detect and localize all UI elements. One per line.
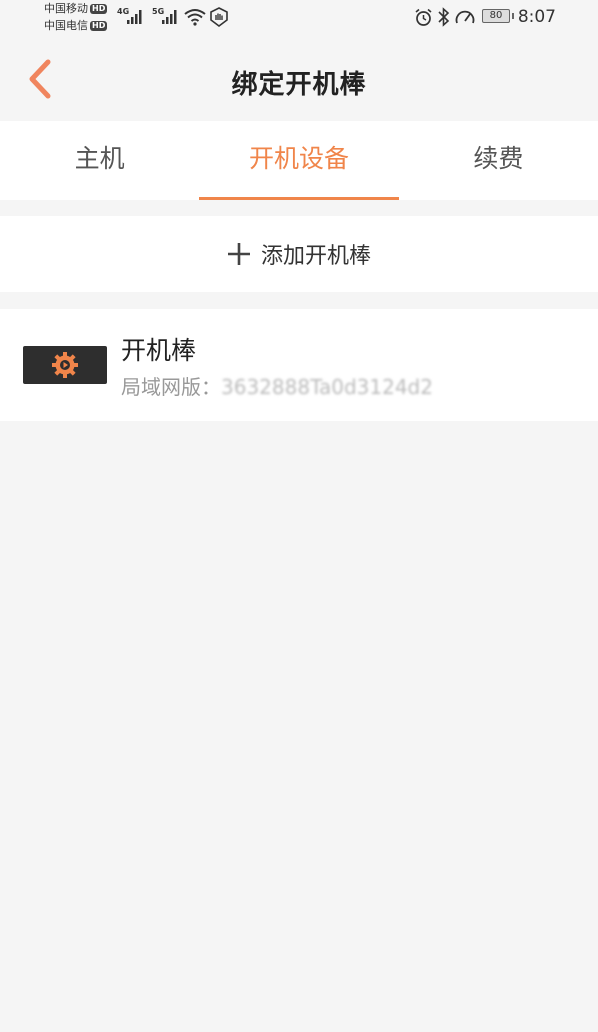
hand-shield-icon (210, 7, 228, 27)
status-bar: 中国移动 HD 中国电信 HD 4G 5G 80 8:07 (0, 0, 598, 36)
carrier-2-label: 中国电信 (44, 19, 88, 32)
tab-bar: 主机 开机设备 续费 (0, 121, 598, 200)
device-id: 3632888Ta0d3124d2 (221, 375, 433, 399)
tab-host[interactable]: 主机 (0, 121, 199, 200)
navigation-bar: 绑定开机棒 (0, 36, 598, 122)
speedometer-icon (455, 10, 475, 24)
signal-icon (127, 10, 142, 24)
clock: 8:07 (517, 7, 556, 27)
signal-icon-2 (162, 10, 177, 24)
wifi-icon (184, 9, 206, 26)
hd-badge: HD (90, 21, 108, 31)
device-type-label: 局域网版： (121, 375, 221, 399)
tab-renewal[interactable]: 续费 (399, 121, 598, 200)
device-list-item[interactable]: 开机棒 局域网版：3632888Ta0d3124d2 (0, 309, 598, 421)
power-gear-icon (52, 352, 78, 378)
alarm-icon (415, 8, 432, 26)
tab-renewal-label: 续费 (473, 144, 524, 173)
plus-icon (227, 243, 250, 265)
device-subtitle: 局域网版：3632888Ta0d3124d2 (121, 371, 433, 400)
hd-badge: HD (90, 4, 108, 14)
active-tab-indicator (199, 197, 399, 200)
add-boot-stick-button[interactable]: 添加开机棒 (0, 216, 598, 292)
tab-boot-devices[interactable]: 开机设备 (199, 121, 399, 200)
tab-boot-devices-label: 开机设备 (248, 144, 349, 173)
tab-host-label: 主机 (74, 144, 125, 173)
battery-icon: 80 (482, 9, 514, 23)
carrier-1-label: 中国移动 (44, 2, 88, 15)
device-name: 开机棒 (121, 336, 197, 365)
carrier-2: 中国电信 HD (44, 19, 108, 32)
carrier-1: 中国移动 HD (44, 2, 108, 15)
page-title: 绑定开机棒 (231, 70, 367, 100)
add-boot-stick-label: 添加开机棒 (260, 244, 371, 269)
bluetooth-icon (438, 7, 450, 27)
device-thumbnail (23, 346, 107, 384)
